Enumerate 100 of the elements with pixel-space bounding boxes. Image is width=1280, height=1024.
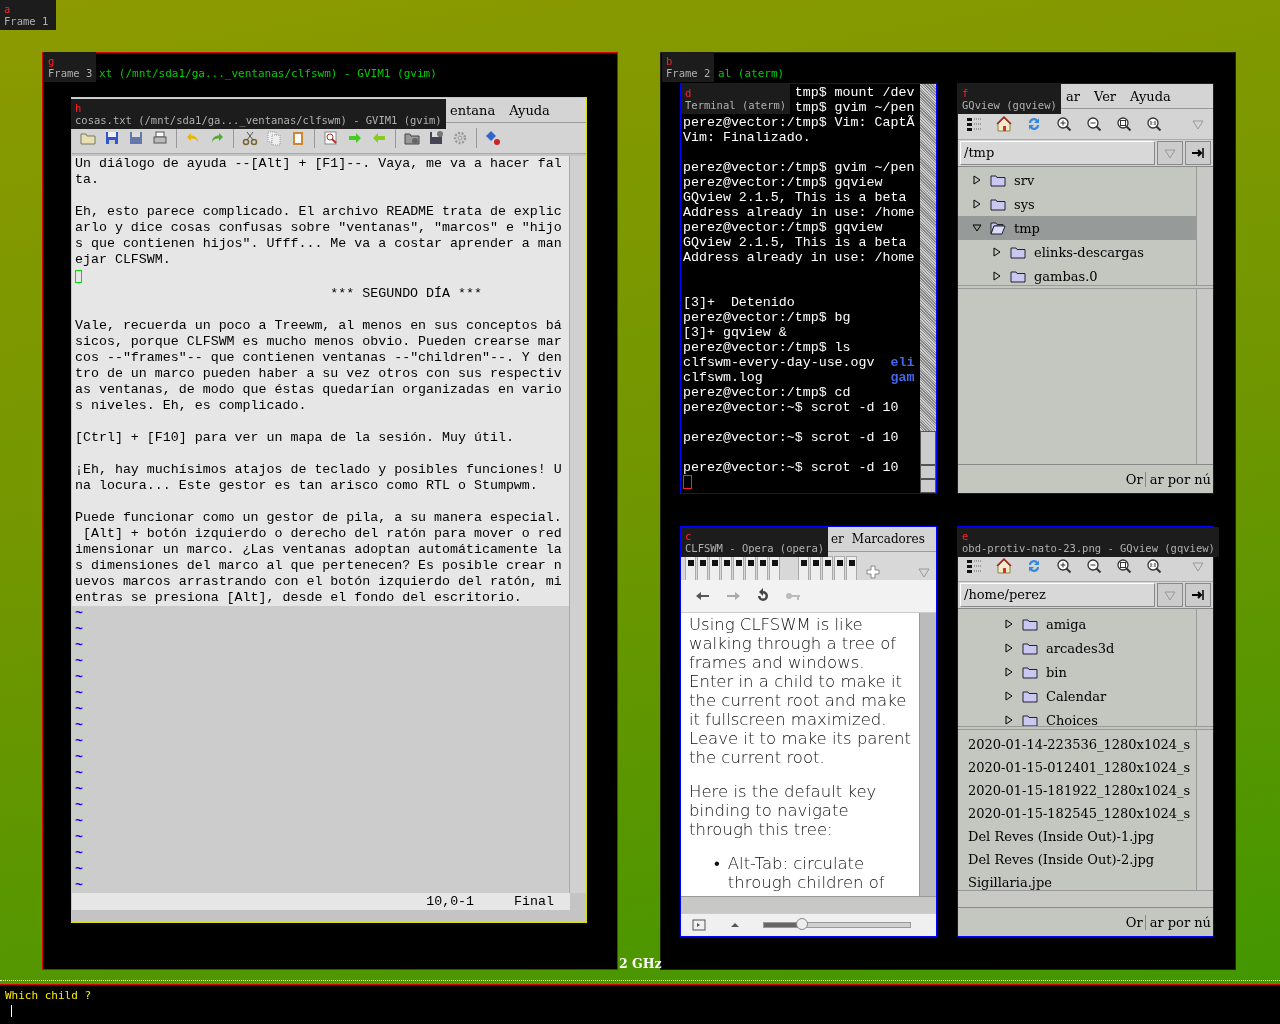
- text-line: uevos marcos arrastrando con el botón izquierdo del ratón, mi: [74, 574, 563, 590]
- status-text: ar por nú: [1144, 914, 1211, 930]
- menu-item[interactable]: ar: [1066, 88, 1080, 104]
- tab[interactable]: [846, 556, 857, 580]
- zoom-out-icon[interactable]: [1086, 558, 1102, 574]
- terminal-line: perez@vector:~$ scrot -d 10: [683, 400, 899, 415]
- file-name: eli: [890, 355, 915, 370]
- home-icon[interactable]: [996, 116, 1012, 132]
- folder-gear-icon[interactable]: [404, 130, 420, 146]
- scrollbar[interactable]: [920, 84, 936, 493]
- paragraph: Using CLFSWM is like walking through a tree of frames and windows. Enter in a child to make it the current root and make it fullscreen maximized. Leave it to make its parent the current root.: [689, 615, 911, 767]
- reload-icon[interactable]: [755, 588, 771, 604]
- terminal-line: Address already in use: /home: [683, 250, 915, 265]
- scrollbar[interactable]: [569, 156, 586, 893]
- floppy-icon[interactable]: [104, 130, 120, 146]
- floppy-gear-icon[interactable]: [428, 130, 444, 146]
- jump-icon[interactable]: [1190, 587, 1206, 603]
- scrollbar[interactable]: [1196, 289, 1213, 464]
- folder-name: amiga: [1046, 616, 1087, 632]
- list-view-icon[interactable]: [966, 116, 982, 132]
- scrollbar[interactable]: [919, 613, 936, 896]
- text-area[interactable]: [72, 156, 569, 606]
- folder-row[interactable]: Calendar: [958, 684, 1196, 708]
- jump-icon[interactable]: [1190, 145, 1206, 161]
- zoom-fit-icon[interactable]: [1116, 116, 1132, 132]
- scrollbar[interactable]: [1196, 167, 1213, 285]
- folder-row[interactable]: elinks-descargas: [958, 240, 1196, 264]
- zoom-actual-icon[interactable]: [1146, 116, 1162, 132]
- folder-row[interactable]: srv: [958, 168, 1196, 192]
- expander-icon[interactable]: [972, 175, 982, 185]
- file-name[interactable]: Del Reves (Inside Out)-2.jpg: [958, 848, 1196, 871]
- terminal-line: perez@vector:/tmp$ gqview: [683, 175, 884, 190]
- tab[interactable]: [834, 556, 845, 580]
- menu-item[interactable]: Ayuda: [509, 102, 550, 118]
- expander-icon[interactable]: [1004, 619, 1014, 629]
- scrollbar[interactable]: [1196, 730, 1213, 890]
- path-field[interactable]: /home/perez: [960, 583, 1155, 607]
- zoom-out-icon[interactable]: [1086, 116, 1102, 132]
- folder-row[interactable]: bin: [958, 660, 1196, 684]
- scrollbar[interactable]: [958, 890, 1213, 907]
- terminal-line: clfswm.log: [683, 370, 764, 385]
- expander-icon[interactable]: [992, 247, 1002, 257]
- diamond-icon[interactable]: [485, 130, 501, 146]
- file-name[interactable]: 2020-01-15-182545_1280x1024_s: [958, 802, 1196, 825]
- zoom-in-icon[interactable]: [1056, 558, 1072, 574]
- frame-label: h cosas.txt (/mnt/sda1/ga..._ventanas/clfswm) - GVIM1 (gvim): [71, 99, 446, 129]
- text-line: [Alt] + botón izquierdo o derecho del ratón para mover o red: [81, 526, 563, 542]
- go-button[interactable]: [1185, 583, 1211, 607]
- menu-item[interactable]: Ayuda: [1130, 88, 1171, 104]
- folder-row[interactable]: Choices: [958, 708, 1196, 726]
- file-name[interactable]: Sigillaria.jpe: [958, 871, 1196, 890]
- prompt-text: Which child ?: [4, 988, 93, 1002]
- expander-icon[interactable]: [972, 199, 982, 209]
- path-field[interactable]: /tmp: [960, 141, 1155, 165]
- expander-icon[interactable]: [972, 223, 982, 233]
- tab[interactable]: [822, 556, 833, 580]
- menu-item[interactable]: entana: [450, 102, 496, 118]
- menu-item[interactable]: er: [831, 532, 844, 546]
- folder-name: bin: [1046, 664, 1067, 680]
- scrollbar[interactable]: [681, 896, 936, 913]
- folder-name: srv: [1014, 172, 1035, 188]
- scissors-icon[interactable]: [242, 130, 258, 146]
- text-line: s que contienen hijos". Ufff... Me va a costar aprender a man: [74, 236, 563, 252]
- zoom-in-icon[interactable]: [1056, 116, 1072, 132]
- folder-row[interactable]: arcades3d: [958, 636, 1196, 660]
- folder-row[interactable]: tmp: [958, 216, 1196, 240]
- terminal-line: GQview 2.1.5, This is a beta: [683, 190, 907, 205]
- file-name[interactable]: 2020-01-15-181922_1280x1024_s: [958, 779, 1196, 802]
- folder-row[interactable]: gambas.0: [958, 264, 1196, 285]
- file-name[interactable]: 2020-01-14-223536_1280x1024_s: [958, 733, 1196, 756]
- menu-item[interactable]: Marcadores: [851, 532, 925, 546]
- find-icon[interactable]: [323, 130, 339, 146]
- zoom-actual-icon[interactable]: [1146, 558, 1162, 574]
- floppy-icon[interactable]: [128, 130, 144, 146]
- menu-item[interactable]: Ver: [1093, 88, 1117, 104]
- scroll-position: Final: [514, 893, 554, 910]
- text-line: *** SEGUNDO DÍA ***: [330, 286, 482, 301]
- clipboard-icon[interactable]: [290, 130, 306, 146]
- home-icon[interactable]: [996, 558, 1012, 574]
- folder-row[interactable]: amiga: [958, 612, 1196, 636]
- expander-icon[interactable]: [1004, 691, 1014, 701]
- empty-line-marker: ~: [75, 638, 83, 653]
- text-line: Puede funcionar como un gestor de pila, a su manera especial.: [74, 510, 563, 526]
- list-view-icon[interactable]: [966, 558, 982, 574]
- scrollbar[interactable]: [1196, 609, 1213, 726]
- printer-icon[interactable]: [152, 130, 168, 146]
- go-button[interactable]: [1185, 141, 1211, 165]
- folder-row[interactable]: sys: [958, 192, 1196, 216]
- panel-toggle-icon[interactable]: [691, 917, 707, 933]
- file-name[interactable]: 2020-01-15-012401_1280x1024_s: [958, 756, 1196, 779]
- zoom-fit-icon[interactable]: [1116, 558, 1132, 574]
- folder-icon: [1021, 640, 1039, 656]
- expander-icon[interactable]: [1004, 715, 1014, 725]
- expander-icon[interactable]: [992, 271, 1002, 281]
- expander-icon[interactable]: [1004, 667, 1014, 677]
- terminal-line: Address already in use: /home: [683, 205, 915, 220]
- frame-label: e obd-protiv-nato-23.png - GQview (gqview): [958, 527, 1219, 557]
- frame-label: d Terminal (aterm): [681, 84, 791, 114]
- file-name[interactable]: Del Reves (Inside Out)-1.jpg: [958, 825, 1196, 848]
- expander-icon[interactable]: [1004, 643, 1014, 653]
